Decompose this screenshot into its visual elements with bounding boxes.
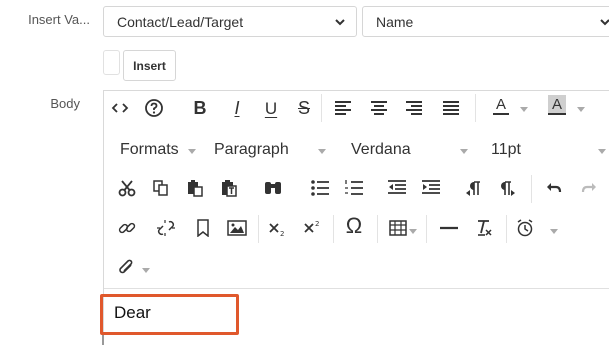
table-caret-icon[interactable] [409, 229, 417, 234]
field-select[interactable]: Name [362, 6, 609, 37]
special-char-icon[interactable]: Ω [343, 215, 365, 237]
text-color-caret-icon[interactable] [520, 107, 528, 112]
attachment-icon[interactable] [116, 257, 138, 279]
align-right-icon[interactable] [403, 97, 425, 119]
indent-icon[interactable] [420, 177, 442, 199]
unlink-icon[interactable] [155, 217, 177, 239]
numbered-list-icon[interactable] [343, 177, 365, 199]
toolbar-divider [321, 94, 322, 122]
editor-left-edge [102, 335, 104, 345]
bullet-list-icon[interactable] [309, 177, 331, 199]
outdent-icon[interactable] [386, 177, 408, 199]
variable-stub [103, 50, 120, 75]
editor-body-text[interactable]: Dear [114, 303, 151, 323]
insert-datetime-icon[interactable] [514, 217, 536, 239]
align-left-icon[interactable] [332, 97, 354, 119]
find-icon[interactable] [262, 177, 284, 199]
font-family-caret-icon [460, 149, 468, 154]
field-select-value: Name [376, 13, 414, 30]
toolbar-divider [426, 215, 427, 243]
paste-icon[interactable] [184, 177, 206, 199]
block-format-dropdown[interactable]: Paragraph [214, 141, 289, 159]
remove-format-icon[interactable] [473, 217, 495, 239]
attachment-caret-icon[interactable] [142, 268, 150, 273]
block-format-caret-icon [318, 149, 326, 154]
insert-variable-label: Insert Va... [28, 12, 90, 27]
redo-icon[interactable] [578, 177, 600, 199]
svg-text:2: 2 [315, 220, 319, 228]
background-color-caret-icon[interactable] [577, 107, 585, 112]
italic-icon[interactable]: I [226, 97, 248, 119]
copy-icon[interactable] [150, 177, 172, 199]
cut-icon[interactable] [116, 177, 138, 199]
horizontal-rule-icon[interactable] [438, 217, 460, 239]
datetime-caret-icon[interactable] [550, 229, 558, 234]
image-icon[interactable] [226, 217, 248, 239]
font-size-dropdown[interactable]: 11pt [491, 141, 521, 159]
source-code-icon[interactable] [109, 97, 131, 119]
toolbar-divider [475, 94, 476, 122]
paste-text-icon[interactable] [218, 177, 240, 199]
font-size-caret-icon [598, 149, 606, 154]
chevron-down-icon [600, 19, 609, 26]
toolbar-divider [377, 215, 378, 243]
align-center-icon[interactable] [368, 97, 390, 119]
toolbar-divider [333, 215, 334, 243]
help-icon[interactable] [143, 97, 165, 119]
body-label: Body [50, 96, 80, 111]
background-color-icon[interactable]: A [548, 95, 566, 115]
rtl-icon[interactable] [496, 177, 518, 199]
toolbar-divider [531, 175, 532, 203]
editor-toolbar: B I U S A A Formats Paragraph Verdana 11… [104, 91, 609, 289]
module-select-value: Contact/Lead/Target [117, 13, 244, 30]
undo-icon[interactable] [543, 177, 565, 199]
bold-icon[interactable]: B [189, 97, 211, 119]
subscript-icon[interactable]: 2 [266, 217, 288, 239]
underline-icon[interactable]: U [260, 97, 282, 119]
insert-button[interactable]: Insert [123, 50, 176, 81]
chevron-down-icon [335, 19, 345, 26]
formats-dropdown[interactable]: Formats [120, 141, 179, 159]
font-family-dropdown[interactable]: Verdana [351, 141, 411, 159]
align-justify-icon[interactable] [440, 97, 462, 119]
strikethrough-icon[interactable]: S [293, 97, 315, 119]
anchor-icon[interactable] [192, 217, 214, 239]
formats-caret-icon [188, 149, 196, 154]
toolbar-divider [258, 215, 259, 243]
link-icon[interactable] [116, 217, 138, 239]
superscript-icon[interactable]: 2 [301, 217, 323, 239]
ltr-icon[interactable] [462, 177, 484, 199]
table-icon[interactable] [387, 217, 409, 239]
toolbar-divider [506, 215, 507, 243]
toolbar-bottom-border [104, 288, 609, 289]
module-select[interactable]: Contact/Lead/Target [103, 6, 357, 37]
svg-text:2: 2 [280, 230, 284, 237]
text-color-icon[interactable]: A [493, 95, 509, 115]
